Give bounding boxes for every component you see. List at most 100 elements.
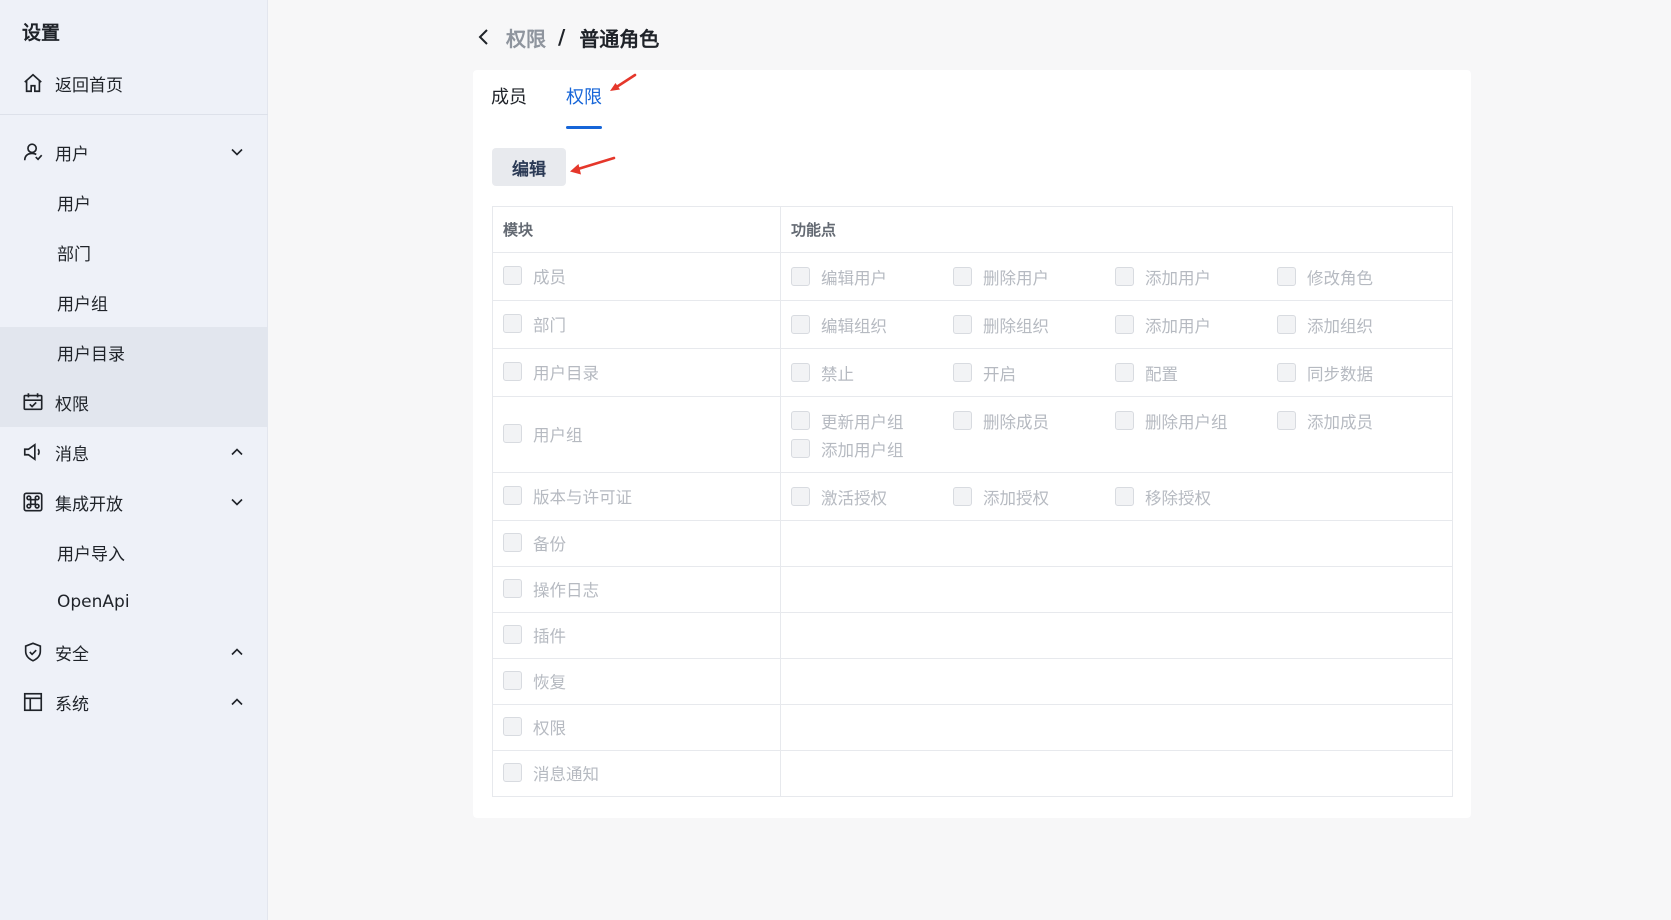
feature-checkbox[interactable] (791, 363, 810, 382)
module-checkbox-item[interactable]: 插件 (503, 623, 566, 647)
feature-label: 删除成员 (983, 412, 1049, 432)
feature-checkbox-item[interactable]: 修改角色 (1277, 265, 1439, 289)
feature-checkbox[interactable] (953, 487, 972, 506)
module-checkbox[interactable] (503, 717, 522, 737)
feature-checkbox[interactable] (953, 363, 972, 382)
feature-checkbox-item[interactable]: 添加用户 (1115, 265, 1277, 289)
sidebar-item-label: OpenApi (57, 592, 130, 612)
feature-checkbox[interactable] (1115, 411, 1134, 430)
sidebar-group-system[interactable]: 系统 (0, 677, 268, 727)
feature-checkbox-item[interactable]: 删除成员 (953, 409, 1115, 433)
module-checkbox[interactable] (503, 266, 522, 286)
module-checkbox[interactable] (503, 579, 522, 599)
feature-checkbox-item[interactable]: 激活授权 (791, 485, 953, 509)
module-checkbox[interactable] (503, 533, 522, 553)
feature-checkbox-item[interactable]: 添加授权 (953, 485, 1115, 509)
module-label: 用户组 (533, 425, 583, 445)
back-arrow-icon[interactable] (474, 27, 494, 47)
feature-checkbox[interactable] (791, 315, 810, 334)
feature-checkbox[interactable] (1277, 411, 1296, 430)
module-checkbox[interactable] (503, 671, 522, 691)
feature-checkbox[interactable] (791, 411, 810, 430)
module-checkbox-item[interactable]: 消息通知 (503, 761, 599, 785)
feature-checkbox-item[interactable]: 添加用户 (1115, 313, 1277, 337)
module-checkbox[interactable] (503, 424, 522, 444)
module-checkbox[interactable] (503, 362, 522, 382)
role-detail-card: 成员 权限 编辑 模块 功能点 成员 编辑用户 删除用户 添加用户 修改角色 部门 编辑组织… (473, 70, 1471, 818)
feature-checkbox-item[interactable]: 配置 (1115, 361, 1277, 385)
feature-checkbox-item[interactable]: 添加组织 (1277, 313, 1439, 337)
feature-checkbox-item[interactable]: 删除用户组 (1115, 409, 1277, 433)
feature-checkbox-item[interactable]: 移除授权 (1115, 485, 1277, 509)
feature-checkbox-item[interactable]: 同步数据 (1277, 361, 1439, 385)
feature-checkbox[interactable] (1115, 487, 1134, 506)
layout-icon (23, 692, 43, 712)
feature-checkbox-item[interactable]: 添加用户组 (791, 437, 953, 461)
feature-checkbox[interactable] (1115, 315, 1134, 334)
sidebar-item-user-import[interactable]: 用户导入 (0, 527, 268, 577)
feature-checkbox[interactable] (953, 411, 972, 430)
tab-members[interactable]: 成员 (491, 84, 527, 124)
feature-checkbox[interactable] (1115, 267, 1134, 286)
feature-checkbox-item[interactable]: 删除用户 (953, 265, 1115, 289)
module-checkbox-item[interactable]: 版本与许可证 (503, 484, 632, 508)
breadcrumb-parent[interactable]: 权限 (506, 23, 546, 52)
feature-checkbox-item[interactable]: 禁止 (791, 361, 953, 385)
module-checkbox[interactable] (503, 625, 522, 645)
sidebar-item-label: 返回首页 (55, 75, 123, 96)
module-checkbox[interactable] (503, 763, 522, 783)
module-checkbox[interactable] (503, 314, 522, 334)
sidebar-item-permissions[interactable]: 权限 (0, 377, 268, 427)
module-checkbox-item[interactable]: 用户组 (503, 422, 583, 446)
sidebar-item-departments[interactable]: 部门 (0, 227, 268, 277)
feature-checkbox-item[interactable]: 添加成员 (1277, 409, 1439, 433)
sidebar-item-label: 用户目录 (57, 344, 125, 365)
feature-label: 添加用户 (1145, 268, 1211, 288)
feature-checkbox[interactable] (1277, 267, 1296, 286)
sidebar-group-integration[interactable]: 集成开放 (0, 477, 268, 527)
feature-label: 添加组织 (1307, 316, 1373, 336)
feature-checkbox-item[interactable]: 删除组织 (953, 313, 1115, 337)
sidebar-item-users[interactable]: 用户 (0, 177, 268, 227)
feature-checkbox[interactable] (953, 315, 972, 334)
module-checkbox[interactable] (503, 486, 522, 506)
sidebar-item-user-directory[interactable]: 用户目录 (0, 327, 268, 377)
feature-checkbox[interactable] (1277, 315, 1296, 334)
tab-permissions[interactable]: 权限 (566, 84, 602, 124)
feature-checkbox[interactable] (953, 267, 972, 286)
module-checkbox-item[interactable]: 成员 (503, 264, 566, 288)
feature-checkbox-item[interactable]: 编辑用户 (791, 265, 953, 289)
table-row: 权限 (492, 704, 1453, 751)
sidebar-item-label: 消息 (55, 444, 89, 465)
features-cell (780, 750, 1453, 797)
module-checkbox-item[interactable]: 权限 (503, 715, 566, 739)
feature-checkbox[interactable] (791, 439, 810, 458)
feature-checkbox-item[interactable]: 开启 (953, 361, 1115, 385)
module-checkbox-item[interactable]: 部门 (503, 312, 566, 336)
features-cell (780, 658, 1453, 705)
feature-label: 开启 (983, 364, 1016, 384)
feature-label: 移除授权 (1145, 488, 1211, 508)
feature-checkbox[interactable] (791, 267, 810, 286)
sidebar-item-home[interactable]: 返回首页 (0, 58, 268, 108)
module-checkbox-item[interactable]: 用户目录 (503, 360, 599, 384)
feature-checkbox[interactable] (1115, 363, 1134, 382)
sidebar-item-user-groups[interactable]: 用户组 (0, 277, 268, 327)
sidebar-group-messages[interactable]: 消息 (0, 427, 268, 477)
sidebar-item-label: 部门 (57, 244, 91, 265)
sidebar-item-openapi[interactable]: OpenApi (0, 577, 268, 627)
module-checkbox-item[interactable]: 恢复 (503, 669, 566, 693)
module-checkbox-item[interactable]: 备份 (503, 531, 566, 555)
feature-checkbox-item[interactable]: 更新用户组 (791, 409, 953, 433)
edit-button[interactable]: 编辑 (492, 148, 566, 186)
chevron-up-icon (231, 448, 243, 456)
sidebar-item-label: 用户 (57, 194, 91, 215)
feature-checkbox[interactable] (791, 487, 810, 506)
sidebar-group-security[interactable]: 安全 (0, 627, 268, 677)
module-cell: 插件 (492, 612, 781, 659)
module-checkbox-item[interactable]: 操作日志 (503, 577, 599, 601)
feature-checkbox-item[interactable]: 编辑组织 (791, 313, 953, 337)
sidebar-item-label: 用户导入 (57, 544, 125, 565)
sidebar-group-users[interactable]: 用户 (0, 127, 268, 177)
feature-checkbox[interactable] (1277, 363, 1296, 382)
